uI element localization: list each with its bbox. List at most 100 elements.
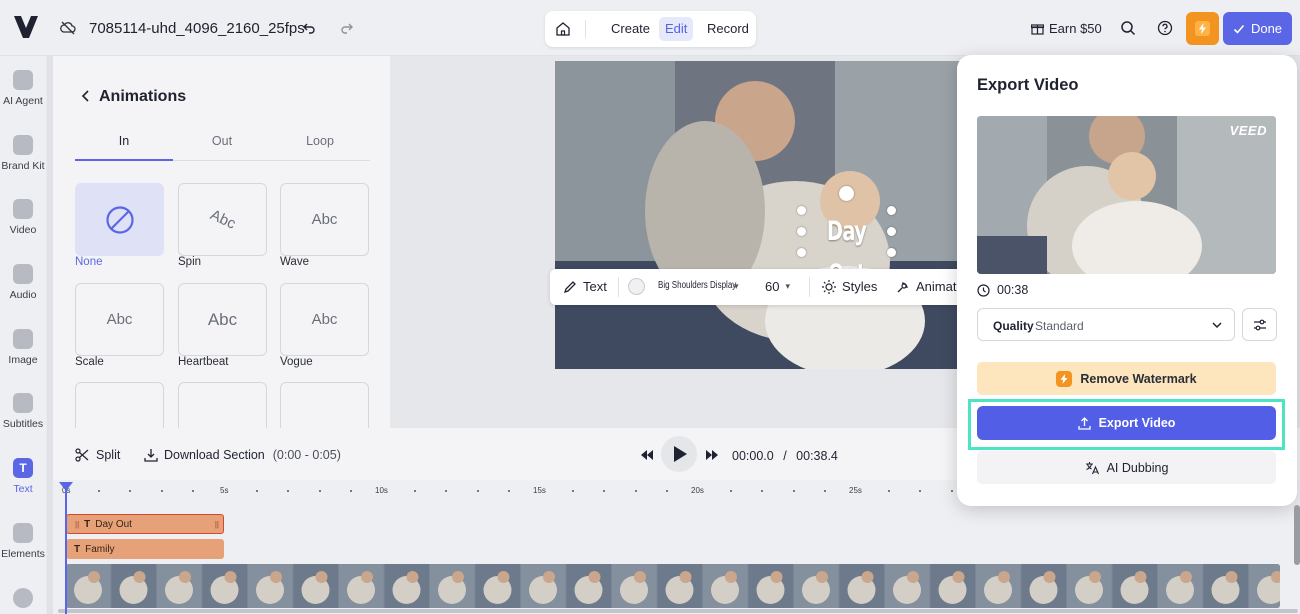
scale-preview: Abc [106,311,133,328]
styles-label: Styles [842,279,878,294]
download-section-button[interactable]: Download Section (0:00 - 0:05) [144,448,341,462]
sidebar-item-more[interactable] [0,588,46,613]
rewind-icon[interactable] [641,450,653,460]
sidebar-item-ai-agent[interactable]: AI Agent [0,70,46,107]
ruler-tick [792,490,795,492]
play-button[interactable] [661,436,697,472]
mode-record-button[interactable]: Record [701,17,755,41]
chevron-down-icon: ▾ [785,281,790,291]
vogue-preview: Abc [311,311,338,328]
clip-handle[interactable]: || [75,520,79,529]
undo-icon[interactable] [302,21,316,35]
export-settings-button[interactable] [1242,308,1277,341]
download-icon [144,449,158,462]
sidebar-item-subtitles[interactable]: Subtitles [0,393,46,430]
animation-card-vogue[interactable]: Abc [280,283,369,356]
done-button[interactable]: Done [1223,12,1292,45]
animation-card-spin[interactable]: Abc [178,183,267,256]
playhead[interactable] [65,483,67,614]
animation-label: Wave [280,256,309,268]
tab-out[interactable]: Out [173,134,271,148]
home-icon[interactable] [555,21,571,37]
mode-edit-button[interactable]: Edit [659,17,694,41]
playhead-handle[interactable] [59,482,73,491]
sun-icon [822,279,836,294]
upgrade-button[interactable] [1186,12,1219,45]
clip-label: Family [85,543,115,555]
text-clip-day-out[interactable]: || T Day Out || [66,514,224,534]
styles-button[interactable]: Styles [822,279,877,294]
remove-watermark-button[interactable]: Remove Watermark [977,362,1276,395]
sidebar-item-elements[interactable]: Elements [0,523,46,560]
fast-forward-icon[interactable] [706,450,718,460]
color-swatch[interactable] [628,278,645,295]
resize-handle[interactable] [887,227,896,236]
text-clip-family[interactable]: T Family [66,539,224,559]
text-icon: T [13,458,33,478]
animation-button[interactable]: Animati [896,279,958,294]
redo-icon[interactable] [340,21,354,35]
resize-handle[interactable] [887,248,896,257]
search-icon[interactable] [1120,20,1136,36]
animation-card[interactable] [178,382,267,428]
text-label: Text [583,279,607,294]
animation-card-wave[interactable]: Abc [280,183,369,256]
resize-handle[interactable] [797,248,806,257]
panel-title: Animations [99,88,187,105]
animation-label: Vogue [280,356,313,368]
top-bar: 7085114-uhd_4096_2160_25fps Create Edit … [0,0,1300,56]
animation-card[interactable] [75,382,164,428]
text-overlay[interactable]: Day Out [814,210,880,290]
clock-icon [977,283,990,297]
mode-create-button[interactable]: Create [605,17,656,41]
sidebar-item-video[interactable]: Video [0,199,46,236]
chevron-down-icon[interactable]: ▾ [734,281,739,292]
help-icon[interactable] [1157,20,1173,36]
edit-text-button[interactable]: Text [563,279,607,294]
veed-logo-icon[interactable] [14,16,38,38]
animation-card-scale[interactable]: Abc [75,283,164,356]
resize-handle[interactable] [797,227,806,236]
veed-watermark: VEED [1229,123,1267,138]
project-title[interactable]: 7085114-uhd_4096_2160_25fps [89,20,305,37]
resize-handle[interactable] [797,206,806,215]
font-size-select[interactable]: 60 ▾ [765,279,790,294]
animation-card-none[interactable] [75,183,164,256]
clip-handle[interactable]: || [215,520,219,529]
text-t-icon: T [84,518,91,530]
quality-select[interactable]: Quality Standard [977,308,1235,341]
tab-loop[interactable]: Loop [271,134,369,148]
ruler-label: 5s [220,486,229,495]
animation-card-heartbeat[interactable]: Abc [178,283,267,356]
video-preview[interactable] [555,61,960,369]
chevron-down-icon [1212,322,1222,329]
sidebar-item-brand-kit[interactable]: Brand Kit [0,135,46,172]
animation-card[interactable] [280,382,369,428]
text-toolbar: Text Big Shoulders Display ▾ 60 ▾ Styles… [550,269,958,305]
earn-button[interactable]: Earn $50 [1031,21,1102,36]
video-track[interactable] [66,564,1280,608]
ruler-tick [97,490,100,492]
timeline-scrollbar[interactable] [58,609,1298,613]
chevron-left-icon[interactable] [80,90,92,102]
check-icon [1233,24,1245,34]
brand-kit-icon [13,135,33,155]
sidebar-item-audio[interactable]: Audio [0,264,46,301]
animations-panel: Animations In Out Loop None Abc Spin Abc… [53,56,390,428]
sidebar-item-image[interactable]: Image [0,329,46,366]
total-time: 00:38.4 [796,449,838,463]
sidebar-item-text[interactable]: T Text [0,458,46,495]
split-button[interactable]: Split [75,448,120,462]
cloud-off-icon[interactable] [60,20,76,36]
text-overlay-selection[interactable]: Day Out [801,210,892,290]
page-scrollbar[interactable] [1294,505,1300,565]
rotate-handle[interactable] [839,186,854,201]
remove-watermark-label: Remove Watermark [1080,371,1197,386]
tab-in[interactable]: In [75,134,173,148]
done-label: Done [1250,21,1283,36]
resize-handle[interactable] [887,206,896,215]
animation-label: Heartbeat [178,356,229,368]
font-select[interactable]: Big Shoulders Display [658,280,756,291]
sidebar-item-label: Image [8,354,38,366]
ai-dubbing-button[interactable]: AI Dubbing [977,451,1276,484]
